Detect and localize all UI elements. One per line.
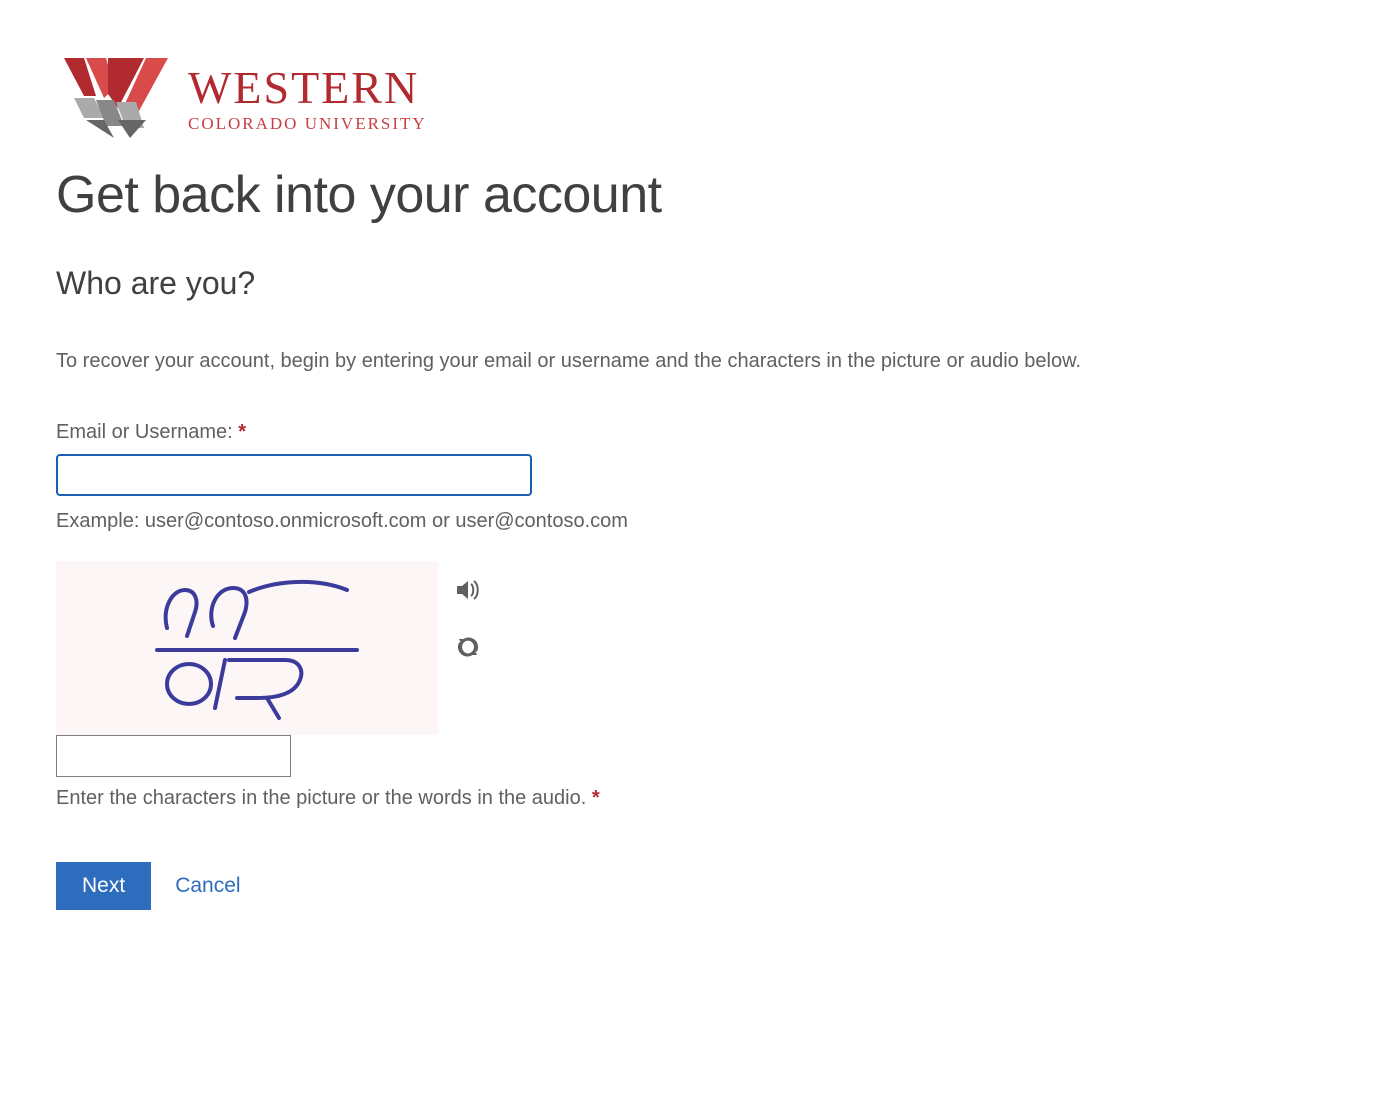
email-label-text: Email or Username: xyxy=(56,421,238,443)
required-mark: * xyxy=(238,421,246,443)
captcha-instruction: Enter the characters in the picture or t… xyxy=(56,787,1324,810)
required-mark: * xyxy=(592,787,600,809)
logo-block: WESTERN COLORADO UNIVERSITY xyxy=(56,50,1324,147)
email-example: Example: user@contoso.onmicrosoft.com or… xyxy=(56,510,1324,533)
logo-sub-text: COLORADO UNIVERSITY xyxy=(188,115,427,132)
email-label: Email or Username: * xyxy=(56,421,1324,444)
captcha-image xyxy=(56,561,438,735)
logo-icon xyxy=(56,50,174,147)
refresh-captcha-button[interactable] xyxy=(456,636,480,661)
cancel-button[interactable]: Cancel xyxy=(175,874,240,898)
captcha-instruction-text: Enter the characters in the picture or t… xyxy=(56,787,592,809)
refresh-icon xyxy=(457,646,479,661)
captcha-field[interactable] xyxy=(56,735,291,777)
page-subtitle: Who are you? xyxy=(56,265,1324,302)
logo-text: WESTERN COLORADO UNIVERSITY xyxy=(188,65,427,132)
page-title: Get back into your account xyxy=(56,165,1324,225)
logo-main-text: WESTERN xyxy=(188,65,427,111)
instruction-text: To recover your account, begin by enteri… xyxy=(56,350,1324,373)
audio-captcha-button[interactable] xyxy=(456,579,480,604)
next-button[interactable]: Next xyxy=(56,862,151,910)
email-field[interactable] xyxy=(56,454,532,496)
speaker-icon xyxy=(456,589,480,604)
